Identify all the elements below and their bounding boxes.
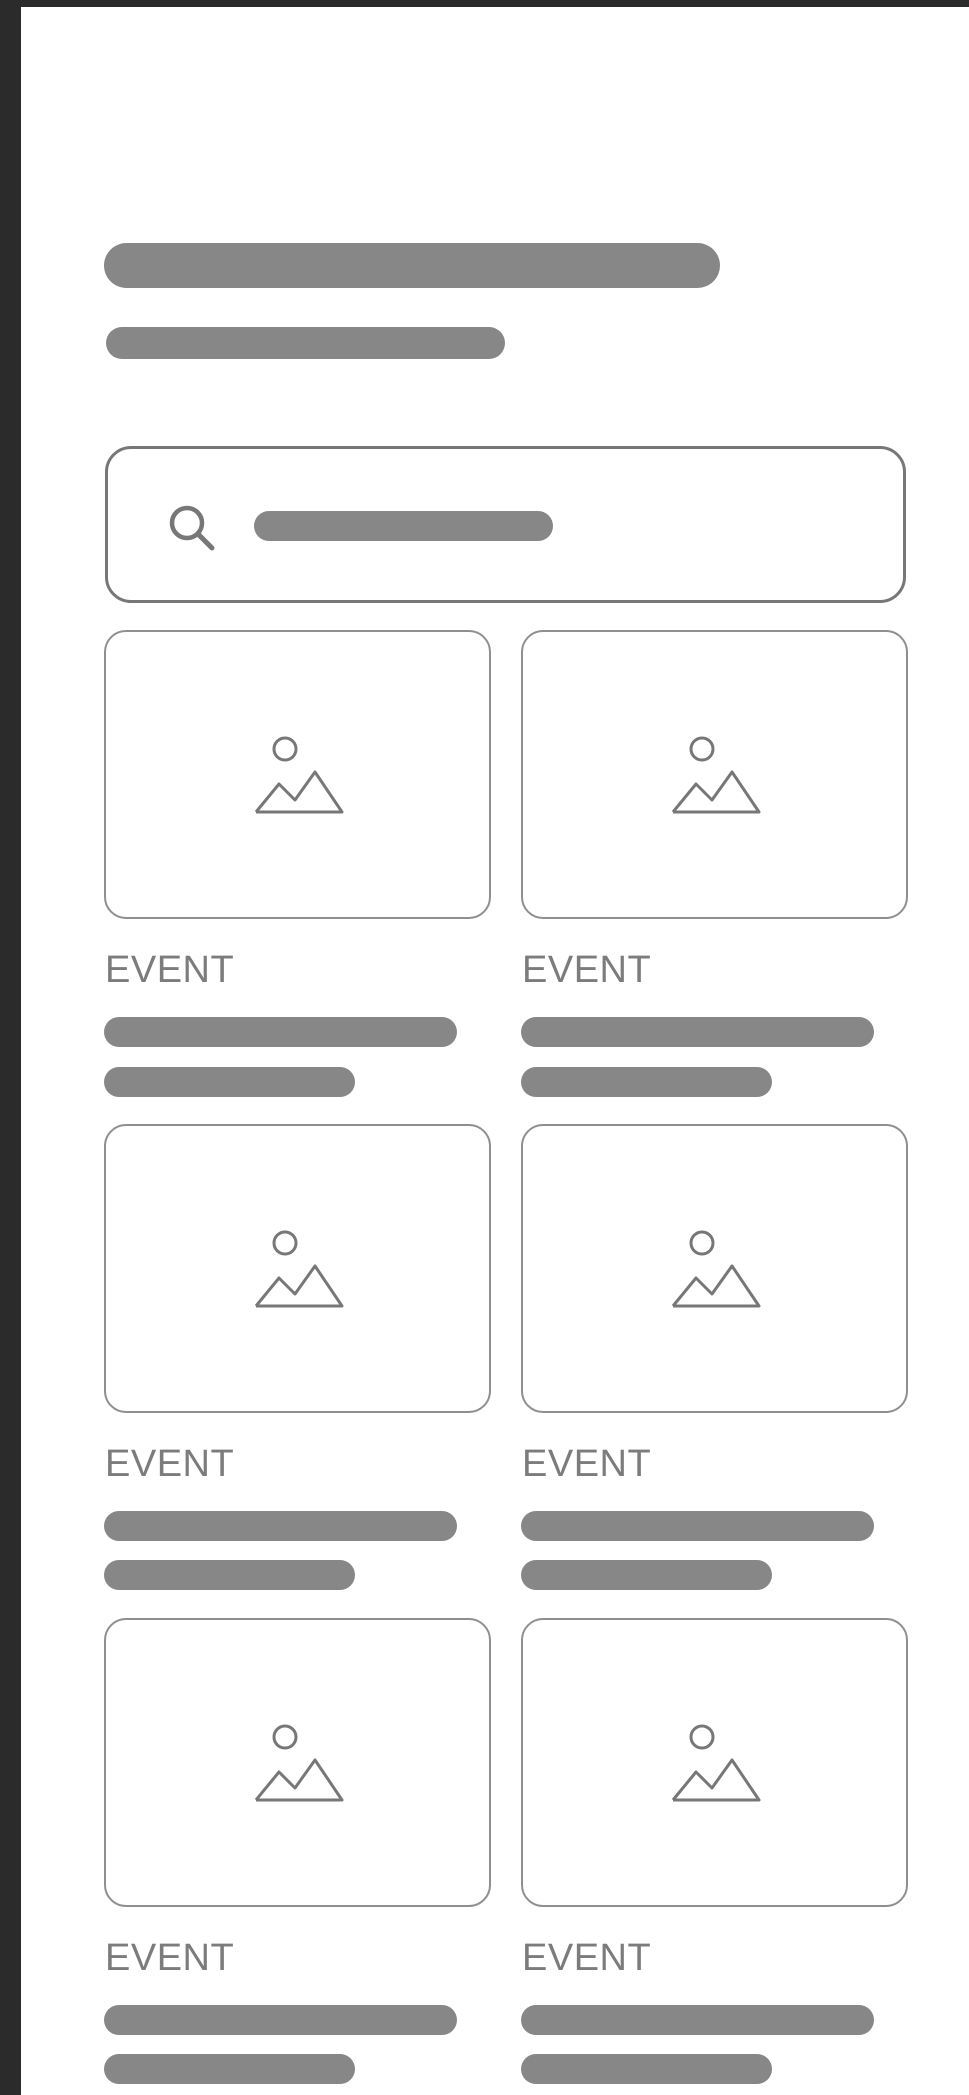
event-title-placeholder: [104, 1017, 457, 1047]
event-card-image[interactable]: [521, 1618, 908, 1907]
event-subtitle-placeholder: [104, 1067, 355, 1097]
event-label: EVENT: [522, 1937, 652, 1979]
image-icon: [671, 736, 761, 814]
event-subtitle-placeholder: [521, 1067, 772, 1097]
event-subtitle-placeholder: [521, 2054, 772, 2084]
event-title-placeholder: [104, 2005, 457, 2035]
event-subtitle-placeholder: [104, 2054, 355, 2084]
page-title-placeholder: [104, 243, 720, 288]
image-icon: [254, 1724, 344, 1802]
event-card-image[interactable]: [521, 1124, 908, 1413]
event-title-placeholder: [521, 2005, 874, 2035]
event-title-placeholder: [521, 1511, 874, 1541]
page-subtitle-placeholder: [106, 327, 505, 359]
event-label: EVENT: [105, 1937, 235, 1979]
event-label: EVENT: [105, 1443, 235, 1485]
event-subtitle-placeholder: [521, 1560, 772, 1590]
image-icon: [671, 1230, 761, 1308]
app-screen: EVENT EVENT EVENT EVENT EVENT EVENT: [21, 7, 969, 2095]
image-icon: [254, 736, 344, 814]
search-icon: [169, 505, 215, 551]
search-input-placeholder[interactable]: [254, 511, 553, 541]
image-icon: [254, 1230, 344, 1308]
event-card-image[interactable]: [104, 1124, 491, 1413]
event-card-image[interactable]: [104, 630, 491, 919]
event-label: EVENT: [522, 1443, 652, 1485]
event-title-placeholder: [104, 1511, 457, 1541]
event-card-image[interactable]: [521, 630, 908, 919]
event-label: EVENT: [522, 949, 652, 991]
event-card-image[interactable]: [104, 1618, 491, 1907]
image-icon: [671, 1724, 761, 1802]
event-subtitle-placeholder: [104, 1560, 355, 1590]
event-label: EVENT: [105, 949, 235, 991]
event-title-placeholder: [521, 1017, 874, 1047]
search-bar[interactable]: [105, 446, 906, 603]
